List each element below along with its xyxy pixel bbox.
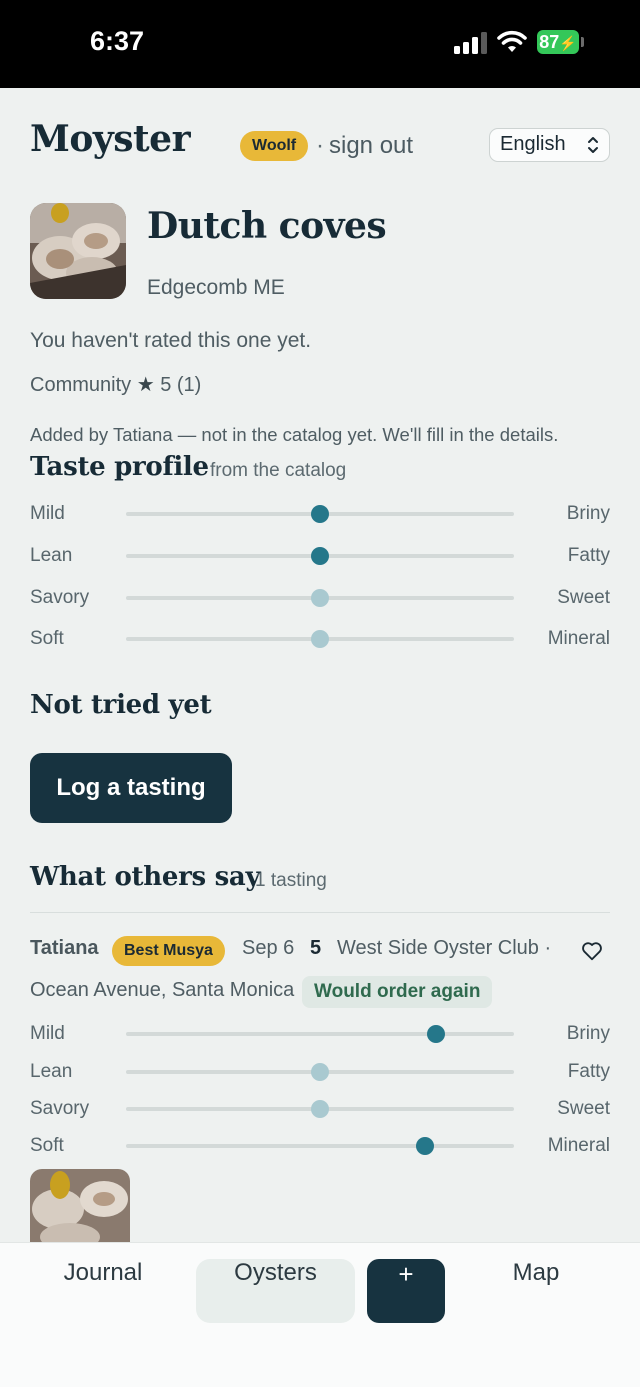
- slider-thumb: [311, 547, 329, 565]
- slider-thumb: [311, 589, 329, 607]
- slider-left-label: Soft: [30, 1135, 64, 1156]
- cellular-signal-icon: [454, 32, 487, 54]
- community-score: 5 (1): [160, 374, 202, 396]
- taste-slider-soft: Soft Mineral: [30, 1131, 610, 1161]
- slider-left-label: Savory: [30, 1098, 90, 1119]
- taste-profile-title: Taste profile: [30, 452, 209, 482]
- slider-right-label: Sweet: [557, 1098, 610, 1119]
- review-author-badge: Best Musya: [112, 936, 225, 966]
- bottom-tab-bar: Journal Oysters + Map: [0, 1242, 640, 1387]
- tab-oysters[interactable]: Oysters: [196, 1259, 355, 1323]
- review-author[interactable]: Tatiana: [30, 937, 99, 960]
- slider-left-label: Savory: [30, 587, 90, 608]
- taste-slider-savory: Savory Sweet: [30, 583, 610, 613]
- slider-left-label: Mild: [30, 1023, 65, 1044]
- taste-slider-mild: Mild Briny: [30, 1019, 610, 1049]
- would-order-again-tag: Would order again: [302, 976, 493, 1008]
- slider-thumb: [415, 1137, 434, 1155]
- slider-right-label: Sweet: [557, 587, 610, 608]
- slider-right-label: Fatty: [567, 545, 610, 566]
- slider-thumb: [311, 505, 329, 523]
- others-title: What others say: [30, 862, 261, 892]
- status-bar: 6:37 87⚡: [0, 0, 640, 88]
- slider-thumb: [427, 1025, 446, 1043]
- section-divider: [30, 912, 610, 913]
- language-value: English: [500, 133, 566, 155]
- review-address: Ocean Avenue, Santa Monica: [30, 979, 295, 1001]
- status-time: 6:37: [90, 26, 145, 56]
- tried-status-title: Not tried yet: [30, 690, 212, 720]
- added-note: Added by Tatiana — not in the catalog ye…: [30, 424, 559, 445]
- review-date: Sep 6: [242, 937, 295, 959]
- review-score: 5: [310, 937, 322, 959]
- slider-left-label: Mild: [30, 503, 65, 524]
- add-button[interactable]: +: [367, 1259, 445, 1323]
- oyster-location: Edgecomb ME: [147, 276, 285, 299]
- language-select[interactable]: English: [489, 128, 610, 162]
- star-icon: ★: [136, 374, 155, 396]
- taste-slider-mild: Mild Briny: [30, 499, 610, 529]
- slider-right-label: Briny: [566, 1023, 610, 1044]
- slider-thumb: [311, 1100, 329, 1118]
- slider-track: [126, 1144, 514, 1148]
- slider-track: [126, 1032, 514, 1036]
- review-venue[interactable]: West Side Oyster Club ·: [337, 937, 551, 960]
- community-rating: Community ★ 5 (1): [30, 372, 201, 397]
- taste-profile-source: from the catalog: [210, 460, 347, 481]
- slider-right-label: Mineral: [547, 628, 610, 649]
- tasting-count: 1 tasting: [255, 870, 327, 891]
- chevron-updown-icon: [588, 137, 598, 153]
- rating-status: You haven't rated this one yet.: [30, 329, 312, 352]
- oyster-name: Dutch coves: [147, 205, 387, 247]
- tab-journal[interactable]: Journal: [30, 1259, 176, 1323]
- slider-left-label: Lean: [30, 1061, 73, 1082]
- slider-right-label: Briny: [566, 503, 610, 524]
- slider-right-label: Mineral: [547, 1135, 610, 1156]
- heart-icon[interactable]: [581, 940, 603, 962]
- battery-level: 87: [539, 32, 560, 52]
- slider-thumb: [311, 1063, 329, 1081]
- battery-tip: [581, 37, 584, 47]
- signout-link[interactable]: sign out: [329, 131, 413, 161]
- taste-slider-savory: Savory Sweet: [30, 1094, 610, 1124]
- wifi-icon: [497, 30, 527, 52]
- signout-separator: ·: [316, 132, 324, 159]
- user-badge[interactable]: Woolf: [240, 131, 309, 161]
- battery-icon: 87⚡: [537, 30, 579, 54]
- taste-slider-lean: Lean Fatty: [30, 1057, 610, 1087]
- log-tasting-button[interactable]: Log a tasting: [30, 753, 232, 823]
- oyster-photo: [30, 203, 126, 299]
- community-label: Community: [30, 374, 132, 396]
- taste-slider-soft: Soft Mineral: [30, 624, 610, 654]
- taste-slider-lean: Lean Fatty: [30, 541, 610, 571]
- slider-right-label: Fatty: [567, 1061, 610, 1082]
- slider-thumb: [311, 630, 329, 648]
- tab-map[interactable]: Map: [462, 1259, 610, 1323]
- app-logo[interactable]: Moyster: [30, 118, 191, 160]
- slider-left-label: Lean: [30, 545, 73, 566]
- slider-left-label: Soft: [30, 628, 64, 649]
- review-photo[interactable]: [30, 1169, 130, 1243]
